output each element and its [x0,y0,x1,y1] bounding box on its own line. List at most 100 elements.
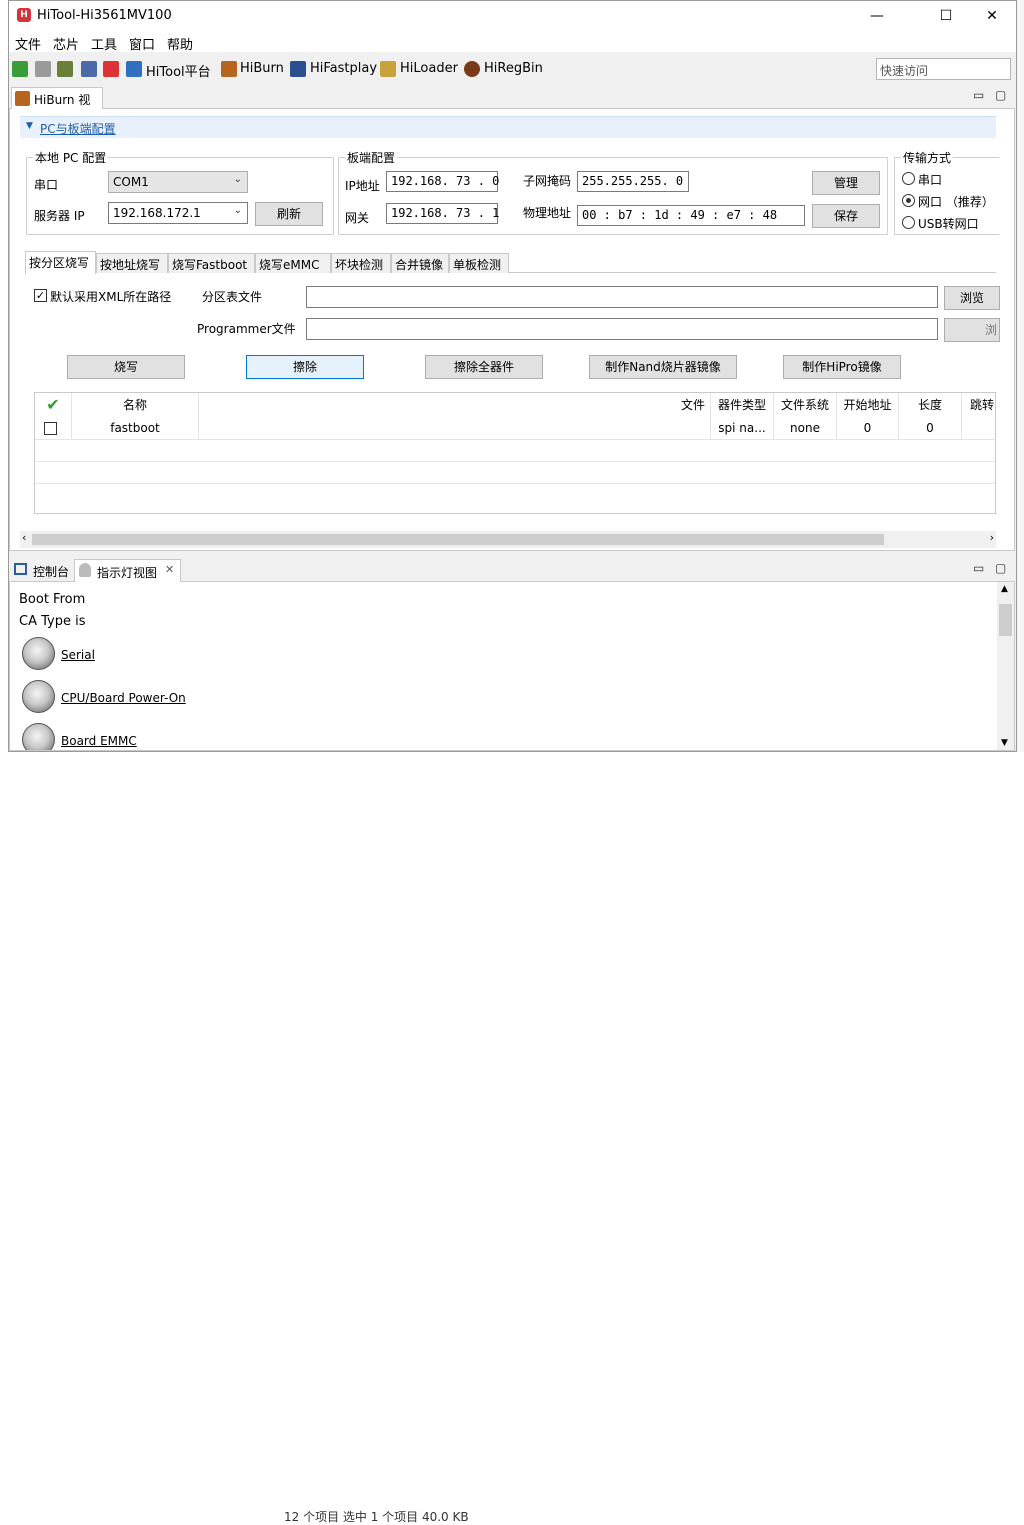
make-hipro-image-button[interactable]: 制作HiPro镜像 [783,355,901,379]
row-filesystem[interactable]: none [774,417,837,439]
default-xml-checkbox[interactable]: ✓ [34,289,47,302]
row-file[interactable] [199,417,711,439]
radio-network-label[interactable]: 网口 （推荐） [918,193,994,210]
gateway-field[interactable]: 192.168. 73 . 1 [386,203,499,224]
row-check-cell[interactable] [35,417,72,439]
tab-bad-block-check[interactable]: 坏块检测 [331,253,391,273]
col-filesystem[interactable]: 文件系统 [774,393,837,417]
browse-button[interactable]: 浏览 [944,286,1000,310]
scroll-left-icon[interactable]: ‹ [22,531,26,544]
select-all-check-icon[interactable]: ✔ [35,393,72,417]
tab-hiburn-view[interactable]: HiBurn 视图 [11,87,103,124]
tab-indicator-view-label: 指示灯视图 [97,566,158,580]
scroll-thumb[interactable] [999,604,1012,636]
hifastplay-link[interactable]: HiFastplay [310,61,377,76]
section-header[interactable]: ▼ PC与板端配置 [20,116,996,138]
col-file[interactable]: 文件 [199,393,711,417]
menu-help[interactable]: 帮助 [167,34,193,53]
hiloader-link[interactable]: HiLoader [400,61,458,76]
tab-burn-emmc[interactable]: 烧写eMMC [255,253,331,273]
minimize-button[interactable]: — [854,1,900,31]
tab-burn-by-partition[interactable]: 按分区烧写 [25,251,96,274]
save-button[interactable]: 保存 [812,204,880,228]
serial-led-link[interactable]: Serial [61,648,95,662]
close-tab-icon[interactable]: ✕ [165,563,174,576]
menu-file[interactable]: 文件 [15,34,41,53]
hiloader-icon[interactable] [380,61,396,77]
power-led-link[interactable]: CPU/Board Power-On [61,691,186,705]
vertical-scrollbar[interactable]: ▲ ▼ [997,582,1014,750]
board-config-title: 板端配置 [345,149,398,166]
hiburn-link[interactable]: HiBurn [240,61,284,76]
tab-console[interactable]: 控制台 [11,559,71,582]
emmc-led-link[interactable]: Board EMMC [61,734,137,748]
panel-maximize-icon[interactable]: ▢ [995,561,1006,575]
tab-burn-fastboot[interactable]: 烧写Fastboot [168,253,255,273]
browse-programmer-button[interactable]: 浏 [944,318,1000,342]
view-minimize-icon[interactable]: ▭ [973,88,984,102]
console-icon [14,563,27,575]
partition-file-label: 分区表文件 [202,290,263,304]
connect-icon[interactable] [12,61,28,77]
default-xml-label[interactable]: 默认采用XML所在路径 [50,288,171,305]
menu-window[interactable]: 窗口 [129,34,155,53]
tab-board-check[interactable]: 单板检测 [449,253,509,273]
close-button[interactable]: ✕ [969,1,1015,31]
row-jump[interactable] [962,417,995,439]
col-start-address[interactable]: 开始地址 [837,393,899,417]
hiregbin-link[interactable]: HiRegBin [484,61,543,76]
hifastplay-icon[interactable] [290,61,306,77]
home-icon[interactable] [126,61,142,77]
radio-usb-network-label[interactable]: USB转网口 [918,215,979,232]
scroll-up-icon[interactable]: ▲ [1001,584,1008,594]
radio-usb-network[interactable] [902,216,915,229]
row-length[interactable]: 0 [899,417,962,439]
row-checkbox[interactable] [44,422,57,435]
ip-address-field[interactable]: 192.168. 73 . 0 [386,171,499,192]
tab-indicator-view[interactable]: 指示灯视图 ✕ [74,559,181,582]
quick-access-input[interactable]: 快速访问 [876,58,1011,80]
col-length[interactable]: 长度 [899,393,962,417]
col-name[interactable]: 名称 [72,393,199,417]
scroll-right-icon[interactable]: › [990,531,994,544]
terminal-icon[interactable] [81,61,97,77]
col-device-type[interactable]: 器件类型 [711,393,774,417]
server-ip-select[interactable]: 192.168.172.1 ⌄ [108,202,248,224]
subnet-mask-field[interactable]: 255.255.255. 0 [577,171,689,192]
radio-serial-label[interactable]: 串口 [918,171,942,188]
scroll-thumb[interactable] [32,534,884,545]
scroll-down-icon[interactable]: ▼ [1001,738,1008,748]
hiburn-icon[interactable] [221,61,237,77]
partition-file-field[interactable] [306,286,938,308]
horizontal-scrollbar[interactable]: ‹ › [20,531,996,548]
view-maximize-icon[interactable]: ▢ [995,88,1006,102]
menu-tools[interactable]: 工具 [91,34,117,53]
col-jump[interactable]: 跳转 [962,393,995,417]
maximize-button[interactable]: ☐ [923,1,969,31]
refresh-button[interactable]: 刷新 [255,202,323,226]
tab-burn-by-address[interactable]: 按地址烧写 [96,253,168,273]
section-title[interactable]: PC与板端配置 [40,120,116,137]
title-bar: H HiTool-Hi3561MV100 — ☐ ✕ [9,1,1016,32]
collapse-arrow-icon[interactable]: ▼ [26,121,33,131]
tab-merge-image[interactable]: 合并镜像 [391,253,449,273]
erase-all-button[interactable]: 擦除全器件 [425,355,543,379]
row-device-type[interactable]: spi na... [711,417,774,439]
burn-button[interactable]: 烧写 [67,355,185,379]
radio-network[interactable] [902,194,915,207]
make-nand-image-button[interactable]: 制作Nand烧片器镜像 [589,355,737,379]
mac-address-field[interactable]: 00 : b7 : 1d : 49 : e7 : 48 [577,205,805,226]
serial-select[interactable]: COM1 ⌄ [108,171,248,193]
menu-chip[interactable]: 芯片 [53,34,79,53]
erase-button[interactable]: 擦除 [246,355,364,379]
board-settings-icon[interactable] [57,61,73,77]
programmer-file-field[interactable] [306,318,938,340]
radio-serial[interactable] [902,172,915,185]
panel-minimize-icon[interactable]: ▭ [973,561,984,575]
manage-button[interactable]: 管理 [812,171,880,195]
row-start-address[interactable]: 0 [837,417,899,439]
hitool-platform-link[interactable]: HiTool平台 [146,61,211,80]
transfer-icon[interactable] [103,61,119,77]
hiregbin-icon[interactable] [464,61,480,77]
disconnect-icon[interactable] [35,61,51,77]
